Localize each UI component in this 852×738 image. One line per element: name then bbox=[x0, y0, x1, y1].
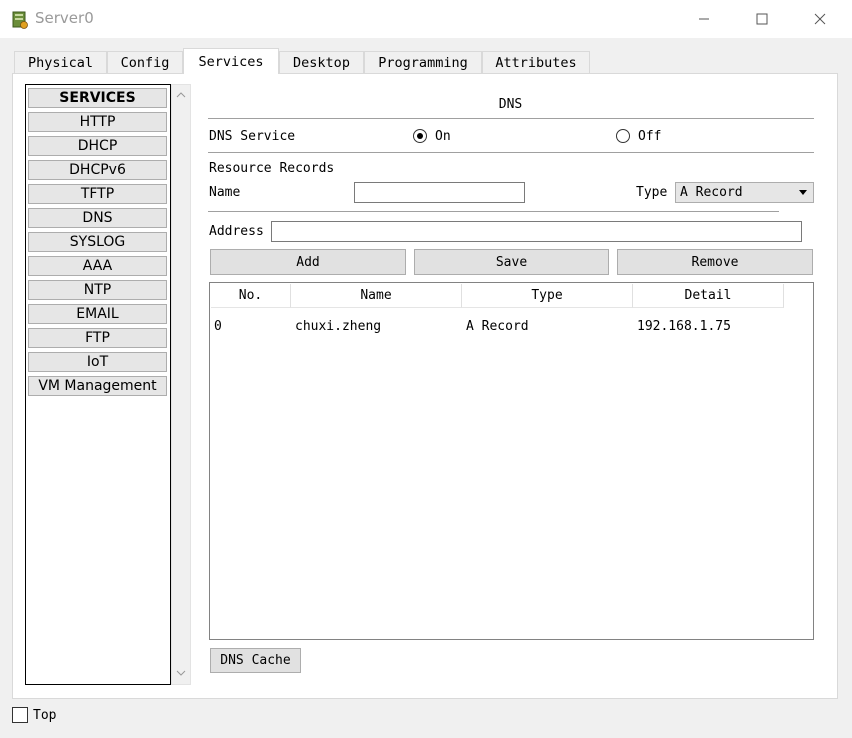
tab-programming[interactable]: Programming bbox=[364, 51, 482, 73]
dns-off-label: Off bbox=[638, 129, 662, 144]
name-label: Name bbox=[209, 185, 241, 200]
service-item-http[interactable]: HTTP bbox=[28, 112, 167, 132]
dns-on-label: On bbox=[435, 129, 451, 144]
service-list: SERVICES HTTP DHCP DHCPv6 TFTP DNS SYSLO… bbox=[25, 84, 171, 685]
tab-desktop[interactable]: Desktop bbox=[279, 51, 364, 73]
divider bbox=[208, 118, 814, 119]
cell-name: chuxi.zheng bbox=[295, 319, 382, 334]
service-item-dns[interactable]: DNS bbox=[28, 208, 167, 228]
address-label: Address bbox=[209, 224, 264, 239]
tab-services[interactable]: Services bbox=[183, 48, 279, 74]
window-title: Server0 bbox=[35, 9, 94, 27]
service-item-tftp[interactable]: TFTP bbox=[28, 184, 167, 204]
tab-attributes[interactable]: Attributes bbox=[482, 51, 590, 73]
services-header: SERVICES bbox=[28, 88, 167, 108]
column-header-detail[interactable]: Detail bbox=[633, 284, 784, 308]
maximize-button[interactable] bbox=[739, 0, 785, 38]
cell-detail: 192.168.1.75 bbox=[637, 319, 731, 334]
dns-heading: DNS bbox=[498, 97, 523, 112]
tab-config[interactable]: Config bbox=[107, 51, 183, 73]
radio-selected-dot bbox=[417, 133, 423, 139]
service-item-vm-management[interactable]: VM Management bbox=[28, 376, 167, 396]
type-label: Type bbox=[636, 185, 668, 200]
name-input[interactable] bbox=[354, 182, 525, 203]
type-select[interactable]: A Record bbox=[675, 182, 814, 203]
service-item-dhcp[interactable]: DHCP bbox=[28, 136, 167, 156]
scroll-up-icon[interactable] bbox=[176, 91, 186, 99]
type-select-value: A Record bbox=[680, 185, 743, 200]
service-item-email[interactable]: EMAIL bbox=[28, 304, 167, 324]
resource-records-label: Resource Records bbox=[209, 161, 335, 176]
address-input[interactable] bbox=[271, 221, 802, 242]
service-item-ntp[interactable]: NTP bbox=[28, 280, 167, 300]
cell-type: A Record bbox=[466, 319, 529, 334]
service-item-ftp[interactable]: FTP bbox=[28, 328, 167, 348]
service-item-aaa[interactable]: AAA bbox=[28, 256, 167, 276]
scroll-down-icon[interactable] bbox=[176, 669, 186, 677]
dns-on-radio[interactable] bbox=[413, 129, 427, 143]
dns-records-table: No. Name Type Detail 0 chuxi.zheng A Rec… bbox=[209, 282, 814, 640]
remove-button[interactable]: Remove bbox=[617, 249, 813, 275]
dns-off-radio[interactable] bbox=[616, 129, 630, 143]
column-header-name[interactable]: Name bbox=[291, 284, 462, 308]
save-button[interactable]: Save bbox=[414, 249, 609, 275]
divider bbox=[208, 211, 779, 212]
column-header-type[interactable]: Type bbox=[462, 284, 633, 308]
dns-cache-button[interactable]: DNS Cache bbox=[210, 648, 301, 673]
minimize-button[interactable] bbox=[681, 0, 727, 38]
maximize-icon bbox=[756, 13, 768, 25]
add-button[interactable]: Add bbox=[210, 249, 406, 275]
cell-no: 0 bbox=[214, 319, 222, 334]
chevron-down-icon bbox=[799, 190, 807, 195]
column-header-no[interactable]: No. bbox=[211, 284, 291, 308]
top-checkbox[interactable] bbox=[12, 707, 28, 723]
service-list-scrollbar[interactable] bbox=[171, 84, 191, 685]
close-icon bbox=[814, 13, 826, 25]
divider bbox=[208, 152, 814, 153]
close-button[interactable] bbox=[797, 0, 843, 38]
top-label: Top bbox=[33, 708, 57, 723]
tab-physical[interactable]: Physical bbox=[14, 51, 107, 73]
service-item-dhcpv6[interactable]: DHCPv6 bbox=[28, 160, 167, 180]
service-item-syslog[interactable]: SYSLOG bbox=[28, 232, 167, 252]
minimize-icon bbox=[699, 18, 709, 20]
dns-service-label: DNS Service bbox=[209, 129, 296, 144]
server-app-icon bbox=[10, 10, 30, 30]
service-item-iot[interactable]: IoT bbox=[28, 352, 167, 372]
